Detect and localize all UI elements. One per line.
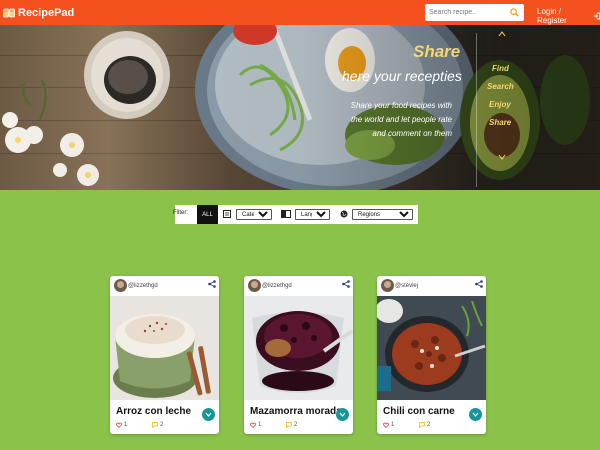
avatar[interactable]	[248, 279, 261, 292]
comment-count[interactable]: 2	[152, 422, 163, 428]
share-icon[interactable]	[475, 280, 483, 288]
avatar[interactable]	[381, 279, 394, 292]
chevron-down-icon[interactable]	[498, 154, 506, 160]
languages-select[interactable]: Languages	[295, 209, 330, 220]
avatar[interactable]	[114, 279, 127, 292]
side-nav-share[interactable]: Share	[489, 118, 511, 127]
login-register-link[interactable]: Login / Register	[537, 7, 600, 25]
recipe-card[interactable]: @lizzethgd Arroz con leche 1 2	[110, 276, 219, 434]
card-header: @lizzethgd	[110, 276, 219, 296]
expand-button[interactable]	[469, 408, 482, 421]
like-count[interactable]: 1	[250, 422, 261, 428]
filter-all-button[interactable]: ALL	[197, 205, 218, 224]
side-nav-find[interactable]: Find	[492, 64, 509, 73]
hero-description: Share your food recipes with the world a…	[350, 101, 452, 138]
filter-label: Filter:	[173, 210, 188, 216]
categories-select[interactable]: Categories	[236, 209, 272, 220]
filter-bar: Filter: ALL Categories Languages Regions	[173, 205, 418, 224]
brand-name: RecipePad	[18, 6, 75, 19]
list-icon	[223, 210, 231, 218]
comment-count-value: 2	[427, 422, 431, 428]
hero-divider	[476, 33, 477, 187]
sign-in-icon	[593, 12, 600, 20]
comment-icon	[419, 422, 425, 428]
language-icon	[281, 210, 291, 218]
comment-count[interactable]: 2	[419, 422, 430, 428]
comment-icon	[152, 422, 158, 428]
comment-count[interactable]: 2	[286, 422, 297, 428]
recipe-title[interactable]: Chili con carne	[383, 406, 455, 417]
share-icon[interactable]	[208, 280, 216, 288]
comment-count-value: 2	[160, 422, 164, 428]
recipe-photo[interactable]	[377, 296, 486, 400]
search-icon[interactable]	[507, 6, 521, 20]
heart-icon	[250, 422, 256, 428]
recipe-card[interactable]: @steviej Chili con carne 1 2	[377, 276, 486, 434]
book-icon	[3, 8, 15, 17]
brand-link[interactable]: RecipePad	[3, 7, 74, 19]
expand-button[interactable]	[202, 408, 215, 421]
hero-banner: Share here your recepties Share your foo…	[0, 25, 600, 190]
expand-button[interactable]	[336, 408, 349, 421]
search-box	[425, 4, 524, 21]
like-count-value: 1	[258, 422, 262, 428]
like-count[interactable]: 1	[383, 422, 394, 428]
like-count-value: 1	[124, 422, 128, 428]
like-count-value: 1	[391, 422, 395, 428]
side-nav-search[interactable]: Search	[487, 82, 514, 91]
top-navbar: RecipePad Login / Register	[0, 0, 600, 25]
hero-side-nav: Find Search Enjoy Share	[480, 27, 520, 187]
login-label: Login / Register	[537, 7, 567, 25]
heart-icon	[383, 422, 389, 428]
like-count[interactable]: 1	[116, 422, 127, 428]
recipe-photo[interactable]	[110, 296, 219, 400]
recipe-title[interactable]: Arroz con leche	[116, 406, 191, 417]
recipe-photo[interactable]	[244, 296, 353, 400]
chevron-down-icon	[472, 412, 479, 417]
card-header: @steviej	[377, 276, 486, 296]
recipe-card[interactable]: @lizzethgd Mazamorra morada 1 2	[244, 276, 353, 434]
recipe-title[interactable]: Mazamorra morada	[250, 406, 342, 417]
card-username[interactable]: @steviej	[395, 283, 418, 289]
comment-icon	[286, 422, 292, 428]
card-username[interactable]: @lizzethgd	[128, 283, 158, 289]
chevron-up-icon[interactable]	[498, 31, 506, 37]
card-username[interactable]: @lizzethgd	[262, 283, 292, 289]
search-input[interactable]	[425, 5, 507, 20]
regions-select[interactable]: Regions	[352, 209, 413, 220]
side-nav-enjoy[interactable]: Enjoy	[489, 100, 511, 109]
globe-icon	[340, 210, 348, 218]
share-icon[interactable]	[342, 280, 350, 288]
card-header: @lizzethgd	[244, 276, 353, 296]
heart-icon	[116, 422, 122, 428]
hero-title: Share	[413, 42, 461, 61]
hero-subtitle: here your recepties	[342, 68, 462, 84]
comment-count-value: 2	[294, 422, 298, 428]
chevron-down-icon	[339, 412, 346, 417]
chevron-down-icon	[205, 412, 212, 417]
